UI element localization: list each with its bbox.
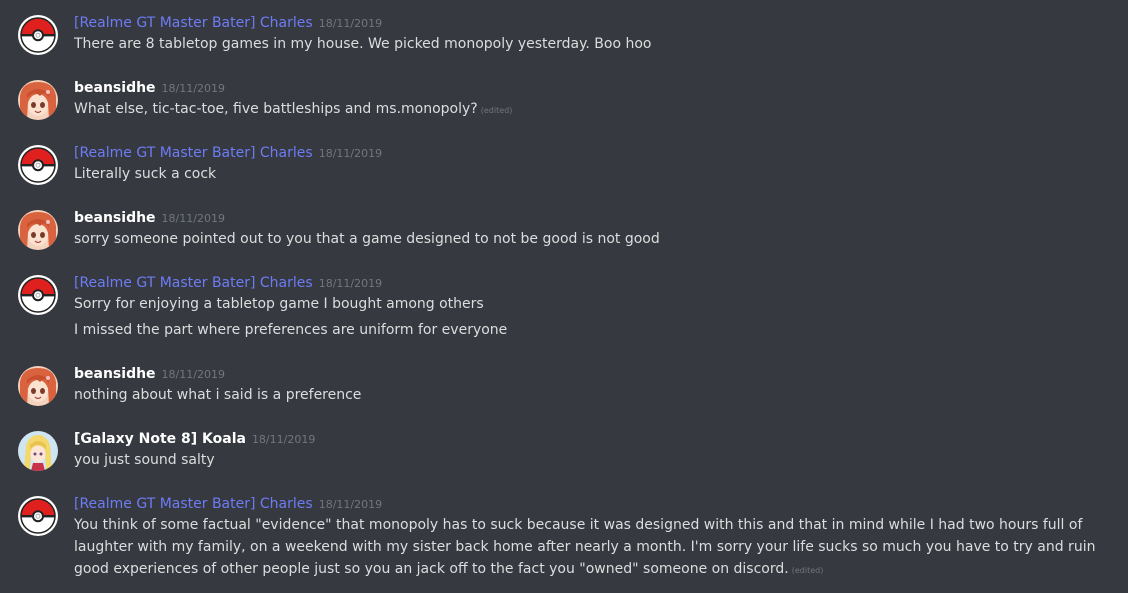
message-header: [Realme GT Master Bater] Charles 18/11/20…: [74, 12, 382, 32]
author-name[interactable]: beansidhe: [74, 80, 156, 96]
author-name[interactable]: [Realme GT Master Bater] Charles: [74, 145, 313, 161]
chat-messages: [Realme GT Master Bater] Charles 18/11/20…: [0, 0, 1128, 593]
timestamp: 18/11/2019: [318, 277, 383, 290]
timestamp: 18/11/2019: [251, 433, 316, 446]
author-name[interactable]: [Realme GT Master Bater] Charles: [74, 15, 313, 31]
blonde-anime-avatar-icon[interactable]: [18, 431, 58, 471]
message-text: There are 8 tabletop games in my house. …: [74, 36, 652, 52]
author-name[interactable]: beansidhe: [74, 210, 156, 226]
message-text: sorry someone pointed out to you that a …: [74, 231, 660, 247]
timestamp: 18/11/2019: [318, 17, 383, 30]
anime-girl-avatar-icon[interactable]: [18, 210, 58, 250]
pokeball-avatar-icon[interactable]: [18, 496, 58, 536]
pokeball-avatar-icon[interactable]: [18, 145, 58, 185]
message-text: I missed the part where preferences are …: [74, 322, 508, 338]
pokeball-avatar-icon[interactable]: [18, 15, 58, 55]
message-text: Sorry for enjoying a tabletop game I bou…: [74, 296, 484, 312]
edited-marker: (edited): [480, 106, 513, 115]
timestamp: 18/11/2019: [161, 82, 225, 95]
author-name[interactable]: [Galaxy Note 8] Koala: [74, 431, 246, 447]
author-name[interactable]: [Realme GT Master Bater] Charles: [74, 496, 313, 512]
message-header: [Realme GT Master Bater] Charles 18/11/20…: [74, 142, 382, 162]
timestamp: 18/11/2019: [318, 147, 383, 160]
message-text: You think of some factual "evidence" tha…: [74, 514, 1124, 582]
message-header: beansidhe 18/11/2019: [74, 77, 225, 97]
timestamp: 18/11/2019: [161, 212, 225, 225]
anime-girl-avatar-icon[interactable]: [18, 366, 58, 406]
message-text-content: What else, tic-tac-toe, five battleships…: [74, 101, 478, 117]
timestamp: 18/11/2019: [161, 368, 225, 381]
message-text: you just sound salty: [74, 452, 215, 468]
message-text-content: You think of some factual "evidence" tha…: [74, 517, 1096, 577]
message-header: [Galaxy Note 8] Koala 18/11/2019: [74, 428, 315, 448]
message-header: beansidhe 18/11/2019: [74, 363, 225, 383]
message-text: What else, tic-tac-toe, five battleships…: [74, 98, 512, 120]
message-header: [Realme GT Master Bater] Charles 18/11/20…: [74, 272, 382, 292]
message-header: [Realme GT Master Bater] Charles 18/11/20…: [74, 493, 382, 513]
message-text: nothing about what i said is a preferenc…: [74, 387, 362, 403]
author-name[interactable]: [Realme GT Master Bater] Charles: [74, 275, 313, 291]
message-text: Literally suck a cock: [74, 166, 217, 182]
message-header: beansidhe 18/11/2019: [74, 207, 225, 227]
timestamp: 18/11/2019: [318, 498, 383, 511]
edited-marker: (edited): [791, 566, 824, 575]
author-name[interactable]: beansidhe: [74, 366, 156, 382]
pokeball-avatar-icon[interactable]: [18, 275, 58, 315]
anime-girl-avatar-icon[interactable]: [18, 80, 58, 120]
